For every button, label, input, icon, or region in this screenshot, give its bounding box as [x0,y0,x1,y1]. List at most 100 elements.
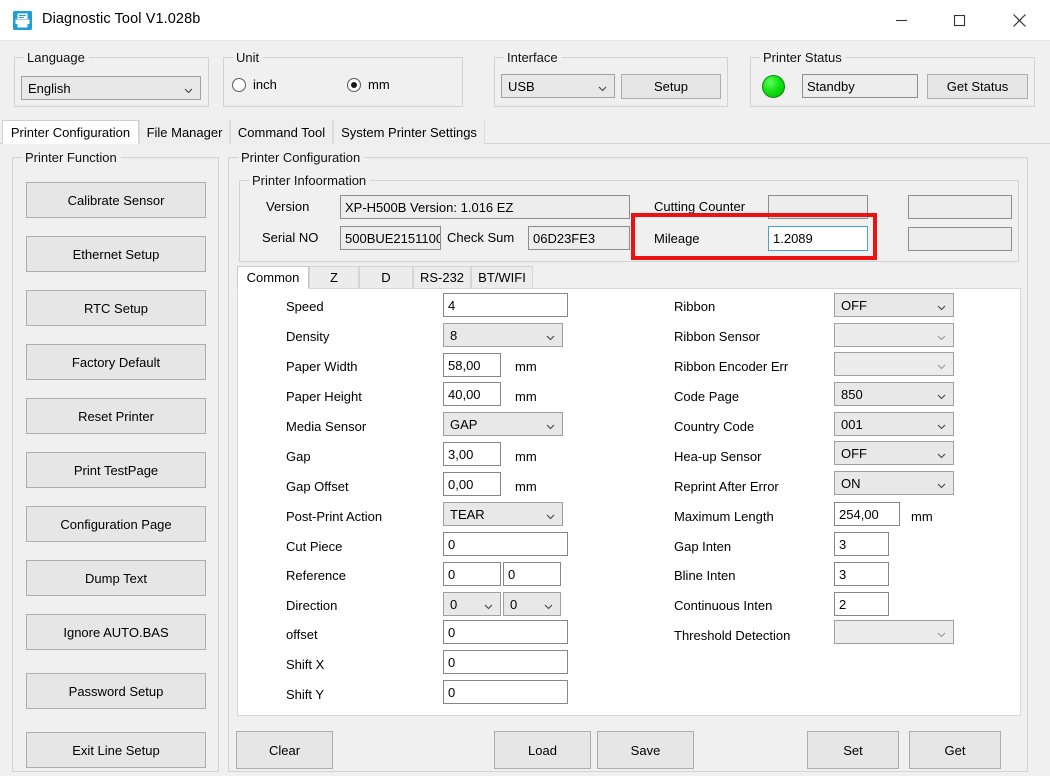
ribbon-encoder-err-select[interactable] [834,352,954,376]
country-code-value: 001 [841,416,863,432]
head-up-sensor-value: OFF [841,445,867,461]
interface-select[interactable]: USB [501,74,615,98]
country-code-select[interactable]: 001 [834,412,954,436]
configuration-page-button[interactable]: Configuration Page [26,506,206,542]
language-select[interactable]: English [21,76,201,100]
load-button[interactable]: Load [494,731,591,769]
code-page-select[interactable]: 850 [834,382,954,406]
printer-function-group: Printer Function Calibrate Sensor Ethern… [12,150,219,772]
gap-input[interactable]: 3,00 [443,442,501,466]
ribbon-encoder-err-label: Ribbon Encoder Err [674,359,789,374]
chevron-down-icon [184,83,193,94]
shift-y-value: 0 [448,684,456,700]
post-print-action-select[interactable]: TEAR [443,502,563,526]
maximum-length-unit: mm [911,509,933,524]
rtc-setup-button[interactable]: RTC Setup [26,290,206,326]
printer-configuration-legend: Printer Configuration [238,150,365,165]
print-testpage-button[interactable]: Print TestPage [26,452,206,488]
maximize-button[interactable] [936,0,982,41]
direction-value-2: 0 [510,596,518,612]
cut-piece-label: Cut Piece [286,539,343,554]
paper-width-input[interactable]: 58,00 [443,353,501,377]
dump-text-label: Dump Text [85,570,147,586]
reprint-after-error-label: Reprint After Error [674,479,779,494]
reset-printer-button[interactable]: Reset Printer [26,398,206,434]
gap-inten-value: 3 [839,536,847,552]
tab-file-manager-label: File Manager [146,124,223,140]
common-tab-strip: Common Z D RS-232 BT/WIFI [237,266,1021,289]
gap-offset-label: Gap Offset [286,479,349,494]
set-button[interactable]: Set [807,731,899,769]
tab-file-manager[interactable]: File Manager [139,120,230,144]
rtc-setup-label: RTC Setup [83,300,149,316]
tab-command-tool[interactable]: Command Tool [230,120,333,144]
unit-radio-mm[interactable]: mm [347,77,390,92]
save-button[interactable]: Save [597,731,694,769]
media-sensor-select[interactable]: GAP [443,412,563,436]
tab-printer-configuration[interactable]: Printer Configuration [2,120,139,144]
gap-inten-input[interactable]: 3 [834,532,889,556]
calibrate-sensor-button[interactable]: Calibrate Sensor [26,182,206,218]
ethernet-setup-button[interactable]: Ethernet Setup [26,236,206,272]
ribbon-sensor-select[interactable] [834,323,954,347]
inner-tab-d[interactable]: D [359,266,413,289]
inner-tab-common[interactable]: Common [237,266,309,289]
tab-system-printer-settings[interactable]: System Printer Settings [333,120,485,144]
direction-value-1: 0 [450,596,458,612]
printer-configuration-group: Printer Configuration Printer Infoormati… [228,150,1028,772]
inner-tab-d-label: D [381,270,391,285]
inner-tab-btwifi[interactable]: BT/WIFI [471,266,533,289]
paper-height-input[interactable]: 40,00 [443,382,501,406]
speed-input[interactable]: 4 [443,293,568,317]
get-button[interactable]: Get [909,731,1001,769]
maximum-length-input[interactable]: 254,00 [834,502,900,526]
password-setup-button[interactable]: Password Setup [26,673,206,709]
speed-value: 4 [448,297,456,313]
inner-tab-btwifi-label: BT/WIFI [478,270,526,285]
threshold-detection-select[interactable] [834,620,954,644]
minimize-button[interactable] [878,0,924,41]
title-bar: Diagnostic Tool V1.028b [0,0,1050,41]
get-status-button[interactable]: Get Status [927,74,1028,99]
unit-radio-inch[interactable]: inch [232,77,277,92]
chevron-down-icon [937,448,946,459]
shift-y-input[interactable]: 0 [443,680,568,704]
chevron-down-icon [546,419,555,430]
density-select[interactable]: 8 [443,323,563,347]
gap-offset-input[interactable]: 0,00 [443,472,501,496]
inner-tab-rs232[interactable]: RS-232 [413,266,471,289]
version-field: XP-H500B Version: 1.016 EZ [340,195,630,219]
unit-group: Unit inch mm [223,50,463,107]
shift-x-input[interactable]: 0 [443,650,568,674]
continuous-inten-input[interactable]: 2 [834,592,889,616]
ignore-autobas-button[interactable]: Ignore AUTO.BAS [26,614,206,650]
mileage-field[interactable]: 1.2089 [768,226,868,251]
clear-button[interactable]: Clear [236,731,333,769]
ribbon-label: Ribbon [674,299,716,314]
exit-line-setup-button[interactable]: Exit Line Setup [26,732,206,768]
head-up-sensor-select[interactable]: OFF [834,441,954,465]
reprint-after-error-select[interactable]: ON [834,471,954,495]
dump-text-button[interactable]: Dump Text [26,560,206,596]
offset-input[interactable]: 0 [443,620,568,644]
code-page-label: Code Page [674,389,740,404]
ribbon-select[interactable]: OFF [834,293,954,317]
serial-no-field: 500BUE21511003 [340,226,441,250]
save-label: Save [630,742,661,758]
direction-select-2[interactable]: 0 [503,592,561,616]
paper-height-value: 40,00 [448,386,481,402]
reference-input-x[interactable]: 0 [443,562,501,586]
close-button[interactable] [996,0,1042,41]
interface-setup-button[interactable]: Setup [621,74,721,99]
inner-tab-z[interactable]: Z [309,266,359,289]
bline-inten-input[interactable]: 3 [834,562,889,586]
factory-default-button[interactable]: Factory Default [26,344,206,380]
cut-piece-input[interactable]: 0 [443,532,568,556]
direction-select-1[interactable]: 0 [443,592,501,616]
interface-select-value: USB [508,78,535,94]
shift-x-value: 0 [448,654,456,670]
reference-input-y[interactable]: 0 [503,562,561,586]
version-label: Version [266,199,310,214]
password-setup-label: Password Setup [68,683,164,699]
inner-tab-z-label: Z [330,270,338,285]
